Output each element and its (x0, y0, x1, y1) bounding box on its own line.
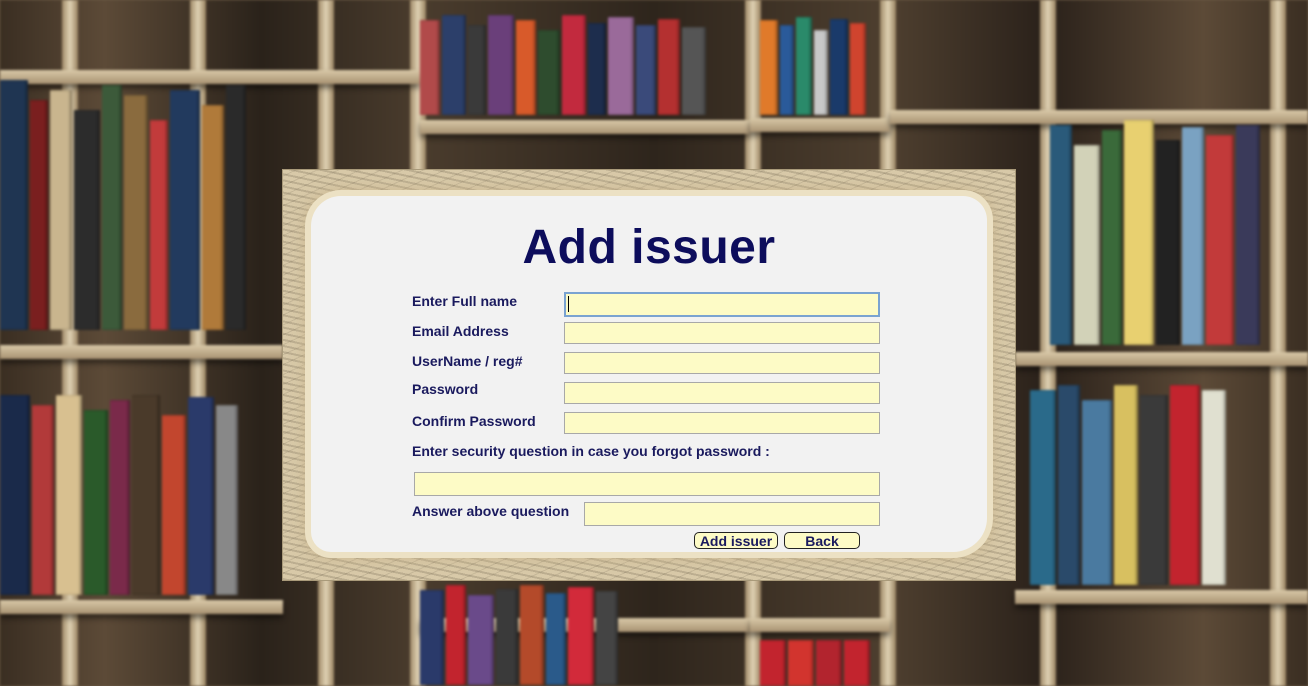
full-name-label: Enter Full name (412, 293, 518, 309)
security-question-label: Enter security question in case you forg… (412, 443, 770, 459)
answer-input[interactable] (584, 502, 880, 526)
answer-label: Answer above question (412, 503, 570, 519)
add-issuer-dialog: Add issuer Enter Full name Email Address… (283, 170, 1015, 580)
page-title: Add issuer (522, 221, 776, 274)
email-label: Email Address (412, 323, 509, 339)
security-question-input[interactable] (414, 472, 880, 496)
username-input[interactable] (564, 352, 880, 374)
add-issuer-button[interactable]: Add issuer (694, 532, 778, 549)
email-input[interactable] (564, 322, 880, 344)
password-label: Password (412, 381, 479, 397)
full-name-input[interactable] (564, 292, 880, 317)
password-input[interactable] (564, 382, 880, 404)
username-label: UserName / reg# (412, 353, 523, 369)
confirm-password-input[interactable] (564, 412, 880, 434)
back-button[interactable]: Back (784, 532, 860, 549)
text-caret (568, 296, 569, 312)
confirm-password-label: Confirm Password (412, 413, 536, 429)
